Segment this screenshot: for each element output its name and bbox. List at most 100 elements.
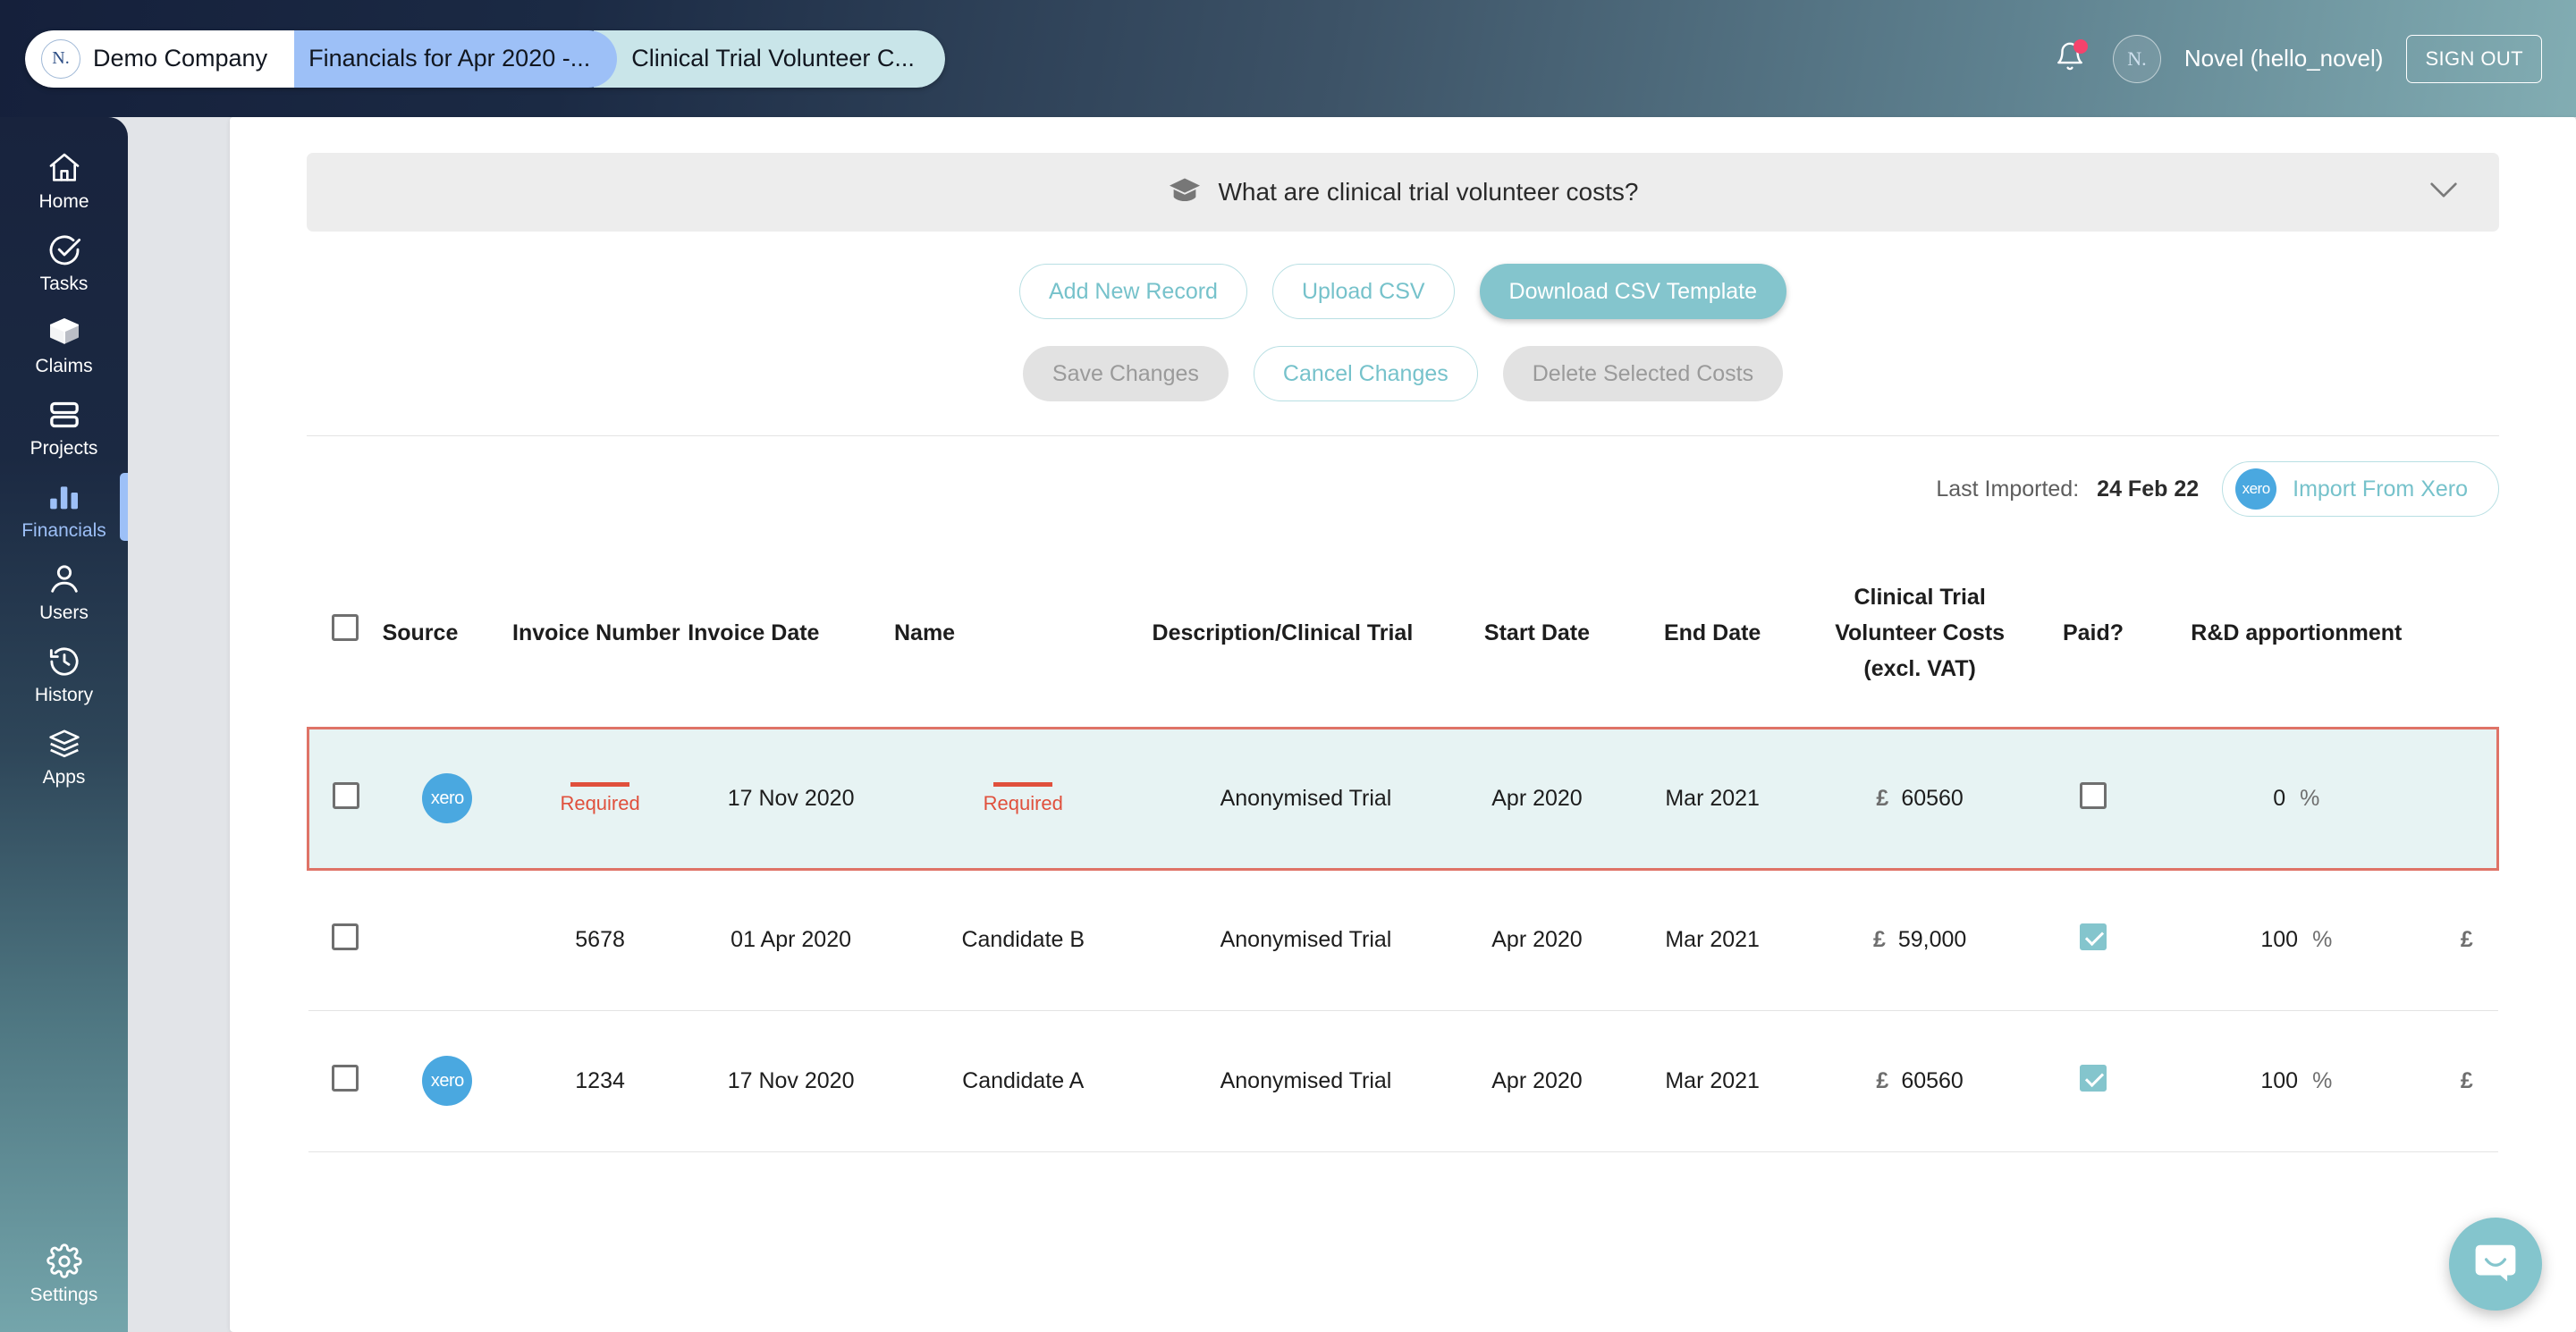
cost-value: 60560 (1901, 1067, 1964, 1093)
required-underline (570, 781, 630, 787)
box-icon (46, 315, 82, 350)
sidebar-item-users[interactable]: Users (0, 550, 128, 632)
cost-value: 60560 (1901, 785, 1964, 811)
table-row[interactable]: xero 1234 17 Nov 2020 Candidate A Anonym… (308, 1010, 2498, 1152)
paid-checkbox[interactable] (2080, 1064, 2107, 1092)
row-cost-cell[interactable]: £ 60560 (1810, 1010, 2030, 1152)
row-description-cell[interactable]: Anonymised Trial (1152, 1010, 1460, 1152)
row-end-date-cell[interactable]: Mar 2021 (1614, 1010, 1811, 1152)
avatar-initials: N. (2127, 46, 2147, 70)
row-checkbox[interactable] (332, 781, 359, 809)
row-source-cell (382, 869, 512, 1011)
import-from-xero-button[interactable]: xero Import From Xero (2222, 461, 2499, 517)
row-paid-cell (2029, 869, 2158, 1011)
row-invoice-date-cell[interactable]: 17 Nov 2020 (688, 726, 894, 871)
row-invoice-date-cell[interactable]: 01 Apr 2020 (688, 869, 894, 1011)
import-row: Last Imported: 24 Feb 22 xero Import Fro… (307, 436, 2499, 540)
download-csv-template-button[interactable]: Download CSV Template (1479, 264, 1787, 319)
sidebar-item-claims[interactable]: Claims (0, 303, 128, 385)
history-icon (46, 644, 82, 679)
row-name-cell[interactable]: Candidate A (894, 1010, 1153, 1152)
content-card: What are clinical trial volunteer costs?… (230, 117, 2576, 1332)
currency-symbol: £ (1876, 785, 1889, 811)
row-invoice-number-cell[interactable]: 5678 (512, 869, 688, 1011)
row-end-date-cell[interactable]: Mar 2021 (1614, 726, 1811, 871)
gear-icon (46, 1243, 82, 1279)
apportionment-value: 100 (2260, 927, 2299, 952)
sidebar-item-label: Tasks (39, 274, 89, 294)
row-cost-cell[interactable]: £ 59,000 (1810, 869, 2030, 1011)
row-select-cell (306, 726, 383, 871)
header-source: Source (382, 620, 459, 646)
xero-source-icon: xero (422, 1056, 473, 1106)
sidebar-item-label: Claims (35, 356, 93, 376)
table-row[interactable]: xero Required 17 Nov 2020 Required Anony… (306, 726, 2500, 871)
chevron-down-icon[interactable] (2429, 181, 2458, 204)
top-header-bar: N. Demo Company Financials for Apr 2020 … (0, 0, 2576, 117)
sidebar-item-apps[interactable]: Apps (0, 714, 128, 797)
row-end-date-cell[interactable]: Mar 2021 (1614, 869, 1811, 1011)
delete-selected-costs-button[interactable]: Delete Selected Costs (1502, 346, 1784, 401)
row-description-cell[interactable]: Anonymised Trial (1152, 726, 1460, 871)
add-new-record-button[interactable]: Add New Record (1018, 264, 1247, 319)
trailing-currency-symbol: £ (2460, 927, 2473, 952)
table-row[interactable]: 5678 01 Apr 2020 Candidate B Anonymised … (308, 869, 2498, 1011)
upload-csv-button[interactable]: Upload CSV (1271, 264, 1455, 319)
breadcrumb-item-financials[interactable]: Financials for Apr 2020 -... (271, 30, 618, 88)
stack-icon (46, 726, 82, 762)
row-invoice-number-cell[interactable]: Required (512, 726, 688, 871)
row-name-cell[interactable]: Candidate B (894, 869, 1153, 1011)
paid-checkbox[interactable] (2080, 781, 2107, 809)
user-icon (46, 561, 82, 597)
row-cost-cell[interactable]: £ 60560 (1810, 726, 2030, 871)
header-end-date: End Date (1663, 620, 1761, 646)
cost-value: 59,000 (1897, 927, 1967, 952)
sidebar-item-history[interactable]: History (0, 632, 128, 714)
row-trailing-cell (2436, 726, 2500, 871)
breadcrumb-item-clinical-trial[interactable]: Clinical Trial Volunteer C... (594, 30, 945, 88)
apportionment-value: 100 (2260, 1067, 2299, 1093)
paid-checkbox[interactable] (2080, 923, 2107, 950)
notification-badge (2073, 38, 2088, 54)
header-paid: Paid? (2062, 620, 2124, 646)
chat-launcher-button[interactable] (2449, 1218, 2542, 1311)
row-name-cell[interactable]: Required (894, 726, 1153, 871)
last-imported-label: Last Imported: (1936, 476, 2080, 502)
row-description-cell[interactable]: Anonymised Trial (1152, 869, 1460, 1011)
currency-symbol: £ (1876, 1067, 1889, 1093)
help-banner[interactable]: What are clinical trial volunteer costs? (307, 153, 2499, 232)
row-invoice-number-cell[interactable]: 1234 (512, 1010, 688, 1152)
header-trailing (2436, 540, 2497, 728)
header-invoice-date: Invoice Date (688, 620, 820, 646)
row-invoice-date-cell[interactable]: 17 Nov 2020 (688, 1010, 894, 1152)
row-paid-cell (2029, 726, 2158, 871)
breadcrumb-item-company[interactable]: N. Demo Company (25, 30, 295, 88)
xero-logo-icon: xero (2235, 468, 2277, 510)
header-right-group: N. Novel (hello_novel) SIGN OUT (2050, 34, 2576, 83)
secondary-action-row: Save Changes Cancel Changes Delete Selec… (307, 346, 2499, 401)
sign-out-button[interactable]: SIGN OUT (2406, 34, 2542, 83)
row-start-date-cell[interactable]: Apr 2020 (1459, 726, 1615, 871)
cancel-changes-button[interactable]: Cancel Changes (1253, 346, 1478, 401)
row-apportionment-cell[interactable]: 100 % (2157, 1010, 2437, 1152)
avatar[interactable]: N. (2112, 34, 2161, 83)
sidebar-item-projects[interactable]: Projects (0, 385, 128, 468)
row-apportionment-cell[interactable]: 0 % (2157, 726, 2437, 871)
sidebar-item-label: Projects (30, 438, 98, 459)
notifications-button[interactable] (2050, 38, 2090, 80)
sidebar-item-label: Settings (30, 1285, 98, 1305)
trailing-currency-symbol: £ (2460, 1067, 2473, 1093)
sidebar-item-tasks[interactable]: Tasks (0, 221, 128, 303)
save-changes-button[interactable]: Save Changes (1022, 346, 1229, 401)
select-all-checkbox[interactable] (332, 614, 359, 642)
row-apportionment-cell[interactable]: 100 % (2157, 869, 2437, 1011)
row-start-date-cell[interactable]: Apr 2020 (1459, 1010, 1615, 1152)
sidebar-item-financials[interactable]: Financials (0, 468, 128, 550)
user-name-label: Novel (hello_novel) (2183, 45, 2384, 72)
row-start-date-cell[interactable]: Apr 2020 (1459, 869, 1615, 1011)
row-checkbox[interactable] (332, 1064, 359, 1092)
sidebar-item-home[interactable]: Home (0, 139, 128, 221)
row-checkbox[interactable] (332, 923, 359, 950)
sidebar-item-settings[interactable]: Settings (0, 1232, 128, 1314)
header-start-date: Start Date (1483, 620, 1591, 646)
